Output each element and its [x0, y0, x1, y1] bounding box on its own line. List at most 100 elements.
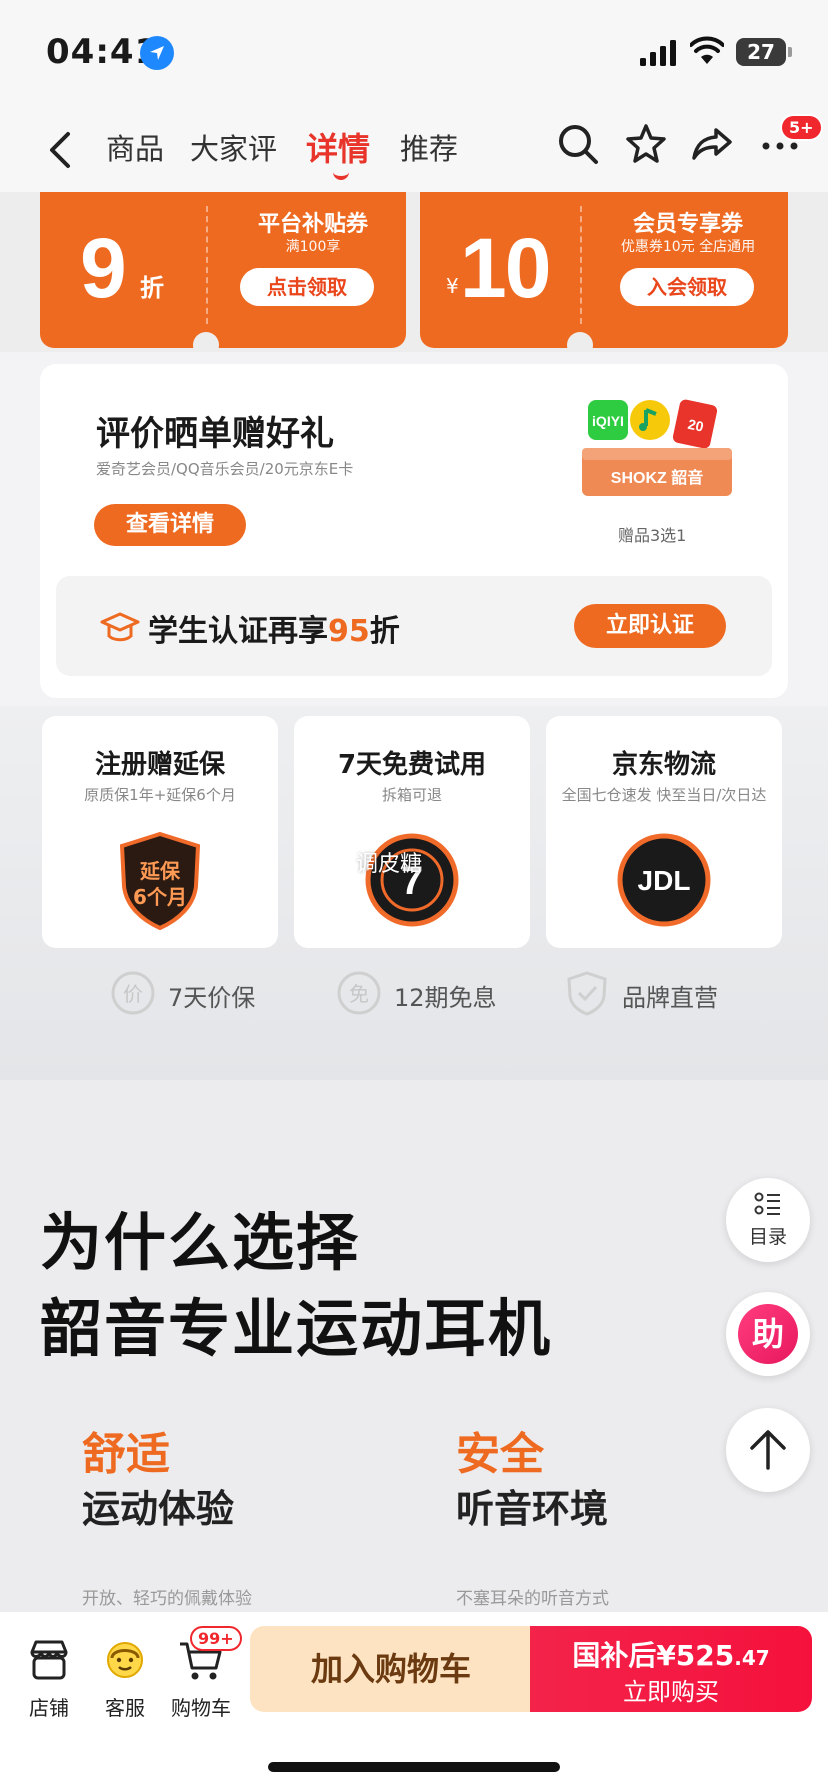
- location-arrow-icon: [140, 36, 174, 70]
- price-main: 国补后¥525: [572, 1639, 735, 1672]
- tab-reviews[interactable]: 大家评: [190, 126, 277, 168]
- student-verify-bar: 学生认证再享95折 立即认证: [56, 576, 772, 676]
- graduation-cap-icon: [100, 612, 140, 642]
- view-details-button[interactable]: 查看详情: [94, 504, 246, 546]
- coupon-notch: [567, 332, 593, 348]
- verify-now-button[interactable]: 立即认证: [574, 604, 726, 648]
- jdl-label: JDL: [638, 865, 691, 896]
- catalog-label: 目录: [748, 1226, 787, 1248]
- price-protect-icon: 价: [111, 971, 155, 1015]
- feature-title: 7天免费试用: [337, 750, 487, 780]
- jdl-logistics-icon: JDL: [617, 833, 711, 927]
- search-icon[interactable]: [556, 122, 600, 166]
- feature-card-logistics[interactable]: 京东物流 全国七仓速发 快至当日/次日达 JDL: [546, 716, 782, 948]
- coupon-divider: [206, 206, 208, 324]
- feature-title: 注册赠延保: [94, 750, 225, 780]
- wifi-icon: [690, 36, 724, 64]
- cellular-signal-icon: [640, 40, 676, 66]
- assistant-icon: 助: [738, 1304, 798, 1364]
- feature-title: 京东物流: [611, 750, 716, 780]
- share-icon[interactable]: [690, 122, 734, 166]
- interest-free-icon: 免: [337, 971, 381, 1015]
- page: 04:41 27 商品 大家评 详情 推荐 5+ 9 折 平台补贴券 满100享…: [0, 0, 828, 1792]
- join-member-button[interactable]: 入会领取: [620, 268, 754, 306]
- service-features: 注册赠延保 原质保1年+延保6个月 延保 6个月 7天免费试用 拆箱可退 7 京…: [0, 706, 828, 1080]
- top-nav: 商品 大家评 详情 推荐 5+: [0, 100, 828, 192]
- star-icon[interactable]: [624, 122, 668, 166]
- store-label: 店铺: [29, 1696, 69, 1720]
- coupon-value: 10: [460, 221, 551, 315]
- assurance-label: 7天价保: [168, 984, 256, 1012]
- buy-now-button[interactable]: 国补后¥525.47 立即购买: [530, 1626, 812, 1712]
- tab-recommend[interactable]: 推荐: [400, 126, 458, 168]
- list-icon: [754, 1192, 780, 1215]
- coupon-title: 会员专享券: [632, 212, 743, 237]
- review-promo-subtitle: 爱奇艺会员/QQ音乐会员/20元京东E卡: [96, 460, 354, 478]
- status-bar: 04:41 27: [0, 0, 828, 100]
- why-col-desc: 不塞耳朵的听音方式: [456, 1589, 609, 1609]
- coupon-currency: ¥: [446, 274, 459, 298]
- battery-indicator: 27: [736, 38, 792, 66]
- why-col-title: 安全: [456, 1429, 544, 1480]
- coupon-condition: 优惠券10元 全店通用: [620, 239, 756, 255]
- warranty-shield-icon: 延保 6个月: [119, 831, 201, 930]
- price-protect-glyph: 价: [123, 982, 143, 1006]
- coupon-value: 9: [80, 221, 127, 315]
- review-promo-title: 评价晒单赠好礼: [96, 414, 334, 454]
- coupon-area: 9 折 平台补贴券 满100享 点击领取 ¥ 10 会员专享券 优惠券10元 全…: [0, 192, 828, 352]
- gift-box-icon: iQIYI 20 SHOKZ 韶音: [582, 399, 732, 496]
- feature-subtitle: 全国七仓速发 快至当日/次日达: [561, 786, 767, 804]
- why-choose-section: 为什么选择 韶音专业运动耳机 舒适 运动体验 开放、轻巧的佩戴体验 安全 听音环…: [0, 1080, 828, 1612]
- why-col-subtitle: 听音环境: [456, 1487, 609, 1531]
- shield-check-icon: [567, 971, 607, 1016]
- coupon-member[interactable]: ¥ 10 会员专享券 优惠券10元 全店通用 入会领取: [420, 192, 788, 348]
- coupon-condition: 满100享: [285, 239, 341, 255]
- feature-card-trial[interactable]: 7天免费试用 拆箱可退 7: [294, 716, 530, 948]
- why-col-title: 舒适: [82, 1429, 170, 1480]
- svg-text:延保: 延保: [139, 859, 181, 883]
- tab-details[interactable]: 详情: [306, 124, 370, 180]
- back-arrow-icon[interactable]: [44, 130, 78, 170]
- cart-label: 购物车: [171, 1696, 231, 1720]
- feature-card-warranty[interactable]: 注册赠延保 原质保1年+延保6个月 延保 6个月: [42, 716, 278, 948]
- assistant-label: 助: [751, 1315, 784, 1353]
- why-heading-line1: 为什么选择: [40, 1206, 361, 1279]
- coupon-notch: [193, 332, 219, 348]
- buy-now-label: 立即购买: [623, 1678, 719, 1706]
- watermark: 调皮糖: [356, 852, 423, 877]
- coupon-title: 平台补贴券: [257, 212, 368, 237]
- trial-7-days-icon: 7: [365, 833, 459, 927]
- cart-count-badge: 99+: [190, 1626, 242, 1651]
- assurance-label: 12期免息: [394, 984, 497, 1012]
- student-discount: 95: [328, 614, 370, 649]
- why-heading-line2: 韶音专业运动耳机: [40, 1292, 553, 1365]
- why-col-desc: 开放、轻巧的佩戴体验: [82, 1589, 252, 1609]
- gift-note: 赠品3选1: [618, 526, 687, 545]
- student-text-prefix: 学生认证再享: [148, 614, 328, 649]
- student-verify-text: 学生认证再享95折: [148, 606, 400, 650]
- store-icon: [30, 1640, 68, 1680]
- claim-coupon-button[interactable]: 点击领取: [240, 268, 374, 306]
- interest-free-glyph: 免: [349, 982, 369, 1006]
- svg-text:6个月: 6个月: [133, 885, 187, 909]
- assistant-button[interactable]: 助: [726, 1292, 810, 1376]
- why-col-subtitle: 运动体验: [82, 1487, 235, 1531]
- subsidy-price: 国补后¥525.47: [530, 1634, 812, 1674]
- notification-badge: 5+: [780, 114, 823, 141]
- assurance-label: 品牌直营: [622, 984, 718, 1012]
- price-decimal: .47: [734, 1646, 770, 1670]
- coupon-platform-subsidy[interactable]: 9 折 平台补贴券 满100享 点击领取: [40, 192, 406, 348]
- tab-product[interactable]: 商品: [106, 126, 164, 168]
- service-label: 客服: [105, 1696, 145, 1720]
- coupon-divider: [580, 206, 582, 324]
- catalog-button[interactable]: 目录: [726, 1178, 810, 1262]
- svg-text:iQIYI: iQIYI: [592, 413, 624, 429]
- feature-subtitle: 原质保1年+延保6个月: [84, 786, 236, 804]
- gift-brand-label: SHOKZ 韶音: [611, 468, 703, 487]
- add-to-cart-button[interactable]: 加入购物车: [250, 1626, 532, 1712]
- home-indicator: [268, 1762, 560, 1772]
- coupon-unit: 折: [140, 274, 164, 302]
- student-text-suffix: 折: [369, 614, 400, 649]
- customer-service-icon: [107, 1642, 143, 1678]
- back-to-top-button[interactable]: [726, 1408, 810, 1492]
